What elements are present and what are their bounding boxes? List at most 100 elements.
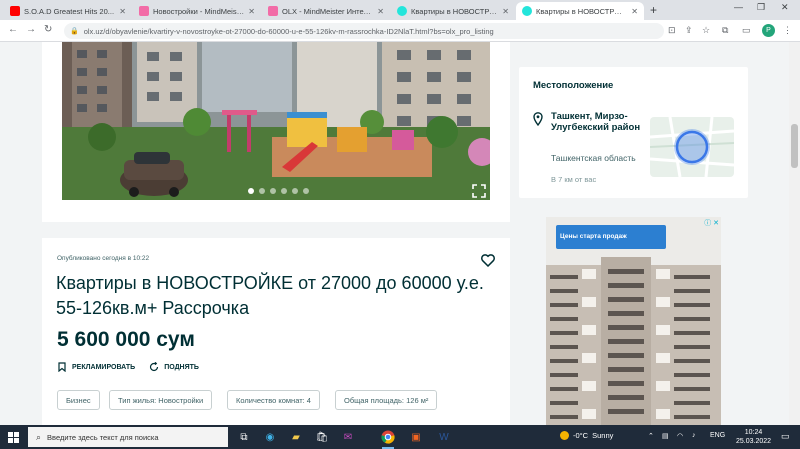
close-icon[interactable]: ✕ [119,7,126,16]
page-content: Местоположение Ташкент, Мирзо-Улугбекски… [0,42,800,425]
forward-icon[interactable]: → [26,24,36,35]
gallery-dot[interactable] [292,188,298,194]
search-icon: ⌕ [36,431,42,442]
map-preview[interactable] [650,117,734,177]
gallery-dot[interactable] [303,188,309,194]
tag-chip: Тип жилья: Новостройки [109,390,213,410]
published-date: Опубликовано сегодня в 10:22 [57,255,150,262]
close-window-icon[interactable]: ✕ [781,2,789,13]
taskbar-search-input[interactable]: ⌕ Введите здесь текст для поиска [28,427,228,447]
tab-4[interactable]: Квартиры в НОВОСТРОЙКЕ... ✕ [516,2,644,20]
expand-icon[interactable] [472,184,486,198]
favorite-heart-icon[interactable] [481,254,495,267]
ad-choices-icon[interactable]: ⓘ ✕ [704,218,719,228]
menu-icon[interactable]: ⋮ [783,25,792,36]
tab-1[interactable]: Новостройки - MindMeister ✕ [133,2,261,20]
playground-photo-image [62,42,490,200]
windows-taskbar: ⌕ Введите здесь текст для поиска ⧉ ◉ ▰ 🛍… [0,425,800,449]
tab-title: Новостройки - MindMeister [153,6,245,16]
tab-title: Квартиры в НОВОСТРОЙКЕ... [536,6,627,16]
new-tab-button[interactable]: + [650,3,657,17]
location-title: Местоположение [533,80,614,91]
ad-building-image [546,217,721,425]
url-text: olx.uz/d/obyavlenie/kvartiry-v-novostroy… [83,26,494,36]
promote-button[interactable]: РЕКЛАМИРОВАТЬ [57,362,135,372]
clock-date: 25.03.2022 [736,438,772,445]
ad-banner[interactable]: Цены старта продаж ⓘ ✕ [546,217,721,425]
sidebar-icon[interactable]: ▭ [742,25,751,36]
app-icon[interactable]: ▣ [408,429,424,445]
chrome-icon[interactable] [380,429,396,449]
network-icon[interactable]: ▤ [662,432,669,440]
map-thumbnail-image [650,117,734,177]
tab-3[interactable]: Квартиры в НОВОСТРОЙКЕ... ✕ [391,2,515,20]
mail-icon[interactable]: ✉ [340,429,356,445]
file-explorer-icon[interactable]: ▰ [288,429,304,445]
weather-text: Sunny [592,431,614,440]
gallery-dot[interactable] [281,188,287,194]
clock-time: 10:24 [744,429,763,436]
gallery-dot[interactable] [248,188,254,194]
extensions-icon[interactable]: ⧉ [722,25,728,36]
taskbar-search-placeholder: Введите здесь текст для поиска [47,432,159,442]
volume-icon[interactable]: ♪ [692,432,696,439]
notifications-icon[interactable]: ▭ [781,431,790,442]
close-icon[interactable]: ✕ [502,7,509,16]
task-view-icon[interactable]: ⧉ [236,429,252,445]
scrollbar-thumb[interactable] [791,124,798,168]
url-field[interactable]: 🔒 olx.uz/d/obyavlenie/kvartiry-v-novostr… [64,23,664,39]
store-icon[interactable]: 🛍 [314,429,330,445]
raise-button[interactable]: ПОДНЯТЬ [149,362,199,372]
listing-title: Квартиры в НОВОСТРОЙКЕ от 27000 до 60000… [56,273,484,318]
minimize-icon[interactable]: — [734,2,743,12]
raise-label: ПОДНЯТЬ [164,363,199,371]
windows-start-icon[interactable] [8,432,19,443]
share-icon[interactable]: ⇪ [685,25,693,36]
location-pin-icon [533,112,543,126]
taskbar-clock[interactable]: 10:24 25.03.2022 [736,428,771,446]
profile-avatar[interactable]: P [762,24,775,37]
tab-0[interactable]: S.O.A.D Greatest Hits 20... ✕ [4,2,132,20]
listing-actions: РЕКЛАМИРОВАТЬ ПОДНЯТЬ [57,362,199,372]
back-icon[interactable]: ← [8,24,18,35]
photo-gallery-card [42,42,510,222]
ad-banner-text: Цены старта продаж [560,233,627,240]
location-city: Ташкент, Мирзо-Улугбекский район [551,111,641,133]
browser-tab-strip: S.O.A.D Greatest Hits 20... ✕ Новостройк… [0,0,800,20]
tab-title: OLX - MindMeister Интелле... [282,6,374,16]
olx-icon [397,6,407,16]
location-distance: В 7 км от вас [551,175,597,184]
gallery-dots [248,188,309,194]
weather-temp: -0°C [573,431,589,440]
address-bar: ← → ↻ 🔒 olx.uz/d/obyavlenie/kvartiry-v-n… [0,20,800,42]
tag-chip: Бизнес [57,390,100,410]
gallery-dot[interactable] [270,188,276,194]
location-region: Ташкентская область [551,153,636,163]
edge-icon[interactable]: ◉ [262,429,278,445]
tab-2[interactable]: OLX - MindMeister Интелле... ✕ [262,2,390,20]
bookmark-star-icon[interactable]: ☆ [702,25,710,36]
youtube-icon [10,6,20,16]
refresh-icon [150,362,159,372]
word-icon[interactable]: W [436,429,452,445]
install-icon[interactable]: ⊡ [668,25,676,36]
promote-label: РЕКЛАМИРОВАТЬ [72,363,136,371]
close-icon[interactable]: ✕ [248,7,255,16]
reload-icon[interactable]: ↻ [44,24,52,35]
chevron-up-icon[interactable]: ⌃ [648,432,654,440]
listing-photo[interactable] [62,42,490,200]
sun-icon [560,431,569,440]
lock-icon: 🔒 [70,28,79,35]
weather-widget[interactable]: -0°C Sunny [560,431,613,440]
olx-icon [522,6,532,16]
mindmeister-icon [139,6,149,16]
location-card: Местоположение Ташкент, Мирзо-Улугбекски… [519,67,748,198]
mindmeister-icon [268,6,278,16]
language-indicator[interactable]: ENG [710,432,725,439]
close-icon[interactable]: ✕ [377,7,384,16]
maximize-icon[interactable]: ❐ [757,2,765,13]
wifi-icon[interactable]: ◠ [677,432,683,440]
close-icon[interactable]: ✕ [631,7,638,16]
gallery-dot[interactable] [259,188,265,194]
page-scrollbar[interactable] [789,42,800,425]
